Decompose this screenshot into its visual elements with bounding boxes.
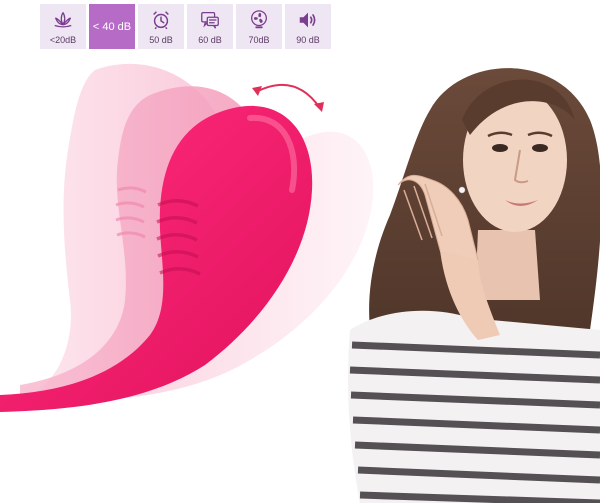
striped-shirt bbox=[348, 310, 600, 503]
noise-level-label: 70dB bbox=[248, 35, 270, 45]
noise-level-60db[interactable]: 60 dB bbox=[187, 4, 233, 49]
woman-listening-photo bbox=[348, 68, 600, 503]
noise-level-90db[interactable]: 90 dB bbox=[285, 4, 331, 49]
noise-level-20db[interactable]: <20dB bbox=[40, 4, 86, 49]
noise-level-bar: <20dB < 40 dB 50 dB 60 dB 70dB 90 dB bbox=[40, 4, 331, 49]
product-illustration bbox=[0, 63, 600, 503]
alarm-clock-icon bbox=[150, 9, 172, 31]
noise-level-70db[interactable]: 70dB bbox=[236, 4, 282, 49]
noise-level-label: < 40 dB bbox=[92, 20, 132, 33]
noise-level-40db[interactable]: < 40 dB bbox=[89, 4, 135, 49]
lotus-icon bbox=[52, 9, 74, 31]
noise-level-label: 50 dB bbox=[149, 35, 173, 45]
noise-level-label: 90 dB bbox=[296, 35, 320, 45]
fan-icon bbox=[248, 9, 270, 31]
speaker-icon bbox=[297, 9, 319, 31]
noise-level-label: 60 dB bbox=[198, 35, 222, 45]
noise-level-50db[interactable]: 50 dB bbox=[138, 4, 184, 49]
noise-level-label: <20dB bbox=[49, 35, 77, 45]
chat-bubble-icon bbox=[199, 9, 221, 31]
